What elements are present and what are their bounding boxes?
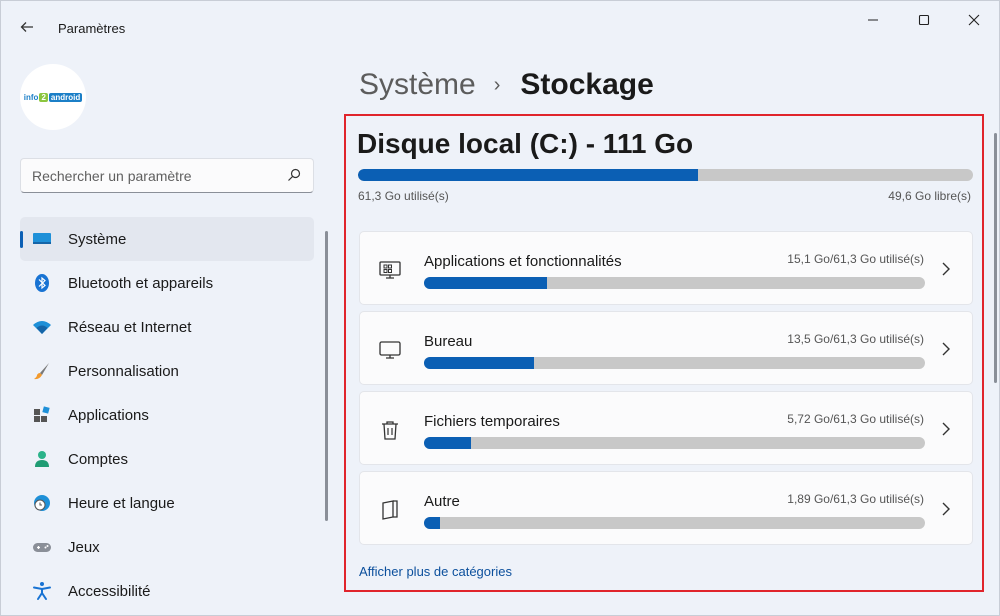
main-scrollbar[interactable]	[994, 133, 997, 383]
category-label: Autre	[424, 493, 460, 510]
category-label: Applications et fonctionnalités	[424, 253, 622, 270]
trash-icon	[378, 418, 402, 442]
sidebar-item-label: Applications	[68, 407, 149, 424]
gamepad-icon	[32, 537, 52, 557]
sidebar-item-applications[interactable]: Applications	[20, 393, 314, 437]
person-icon	[32, 449, 52, 469]
chevron-right-icon	[942, 262, 950, 276]
sidebar-item-label: Personnalisation	[68, 363, 179, 380]
sidebar-item-label: Réseau et Internet	[68, 319, 192, 336]
sidebar-item-personnalisation[interactable]: Personnalisation	[20, 349, 314, 393]
category-size: 15,1 Go/61,3 Go utilisé(s)	[787, 252, 924, 266]
category-usage-fill	[424, 357, 535, 369]
wifi-icon	[32, 317, 52, 337]
sidebar-item-reseau[interactable]: Réseau et Internet	[20, 305, 314, 349]
sidebar-item-comptes[interactable]: Comptes	[20, 437, 314, 481]
maximize-button[interactable]	[904, 9, 944, 31]
sidebar-item-label: Système	[68, 231, 127, 248]
sidebar-item-label: Jeux	[68, 539, 100, 556]
disk-usage-bar	[358, 169, 973, 181]
disk-title: Disque local (C:) - 111 Go	[357, 128, 694, 159]
settings-window: Paramètres info2android Système	[0, 0, 1000, 616]
breadcrumb-separator: ›	[493, 73, 501, 96]
logo: info 2 android	[23, 92, 83, 102]
back-button[interactable]	[15, 15, 39, 39]
sidebar-item-label: Accessibilité	[68, 583, 151, 600]
category-usage-bar	[424, 357, 925, 369]
minimize-icon	[868, 19, 878, 21]
bluetooth-icon	[32, 273, 52, 293]
sidebar-item-heure-langue[interactable]: Heure et langue	[20, 481, 314, 525]
title-bar: Paramètres	[1, 1, 1000, 49]
minimize-button[interactable]	[853, 9, 893, 31]
category-usage-bar	[424, 437, 925, 449]
avatar[interactable]: info 2 android	[20, 64, 86, 130]
page-title: Stockage	[520, 68, 654, 101]
sidebar-item-label: Comptes	[68, 451, 129, 468]
breadcrumb: Système › Stockage	[359, 65, 654, 105]
category-size: 5,72 Go/61,3 Go utilisé(s)	[787, 412, 924, 426]
category-size: 13,5 Go/61,3 Go utilisé(s)	[787, 332, 924, 346]
sidebar-nav: Système Bluetooth et appareils Réseau et…	[20, 217, 314, 613]
sidebar-item-jeux[interactable]: Jeux	[20, 525, 314, 569]
category-card-fichiers-temporaires[interactable]: Fichiers temporaires 5,72 Go/61,3 Go uti…	[359, 391, 973, 465]
category-card-applications[interactable]: Applications et fonctionnalités 15,1 Go/…	[359, 231, 973, 305]
chevron-right-icon	[942, 502, 950, 516]
breadcrumb-parent[interactable]: Système	[359, 68, 476, 102]
globe-clock-icon	[32, 493, 52, 513]
category-usage-bar	[424, 277, 925, 289]
category-label: Bureau	[424, 333, 473, 350]
apps-icon	[32, 405, 52, 425]
sidebar-scrollbar[interactable]	[325, 231, 328, 521]
category-label: Fichiers temporaires	[424, 413, 560, 430]
sidebar-item-label: Bluetooth et appareils	[68, 275, 214, 292]
category-card-autre[interactable]: Autre 1,89 Go/61,3 Go utilisé(s)	[359, 471, 973, 545]
category-usage-fill	[424, 277, 548, 289]
category-usage-bar	[424, 517, 925, 529]
sidebar-item-systeme[interactable]: Système	[20, 217, 314, 261]
disk-used-label: 61,3 Go utilisé(s)	[358, 189, 449, 203]
category-list: Applications et fonctionnalités 15,1 Go/…	[359, 231, 973, 551]
brush-icon	[32, 361, 52, 381]
document-icon	[378, 498, 402, 522]
sidebar-item-label: Heure et langue	[68, 495, 175, 512]
chevron-right-icon	[942, 422, 950, 436]
search-box[interactable]	[20, 158, 314, 193]
category-usage-fill	[424, 437, 471, 449]
sidebar-item-accessibilite[interactable]: Accessibilité	[20, 569, 314, 613]
category-usage-fill	[424, 517, 440, 529]
apps-features-icon	[378, 258, 402, 282]
disk-usage-fill	[358, 169, 699, 181]
monitor-icon	[32, 229, 52, 249]
active-indicator	[20, 231, 23, 248]
sidebar-item-bluetooth[interactable]: Bluetooth et appareils	[20, 261, 314, 305]
maximize-icon	[918, 14, 930, 26]
desktop-icon	[378, 338, 402, 362]
arrow-left-icon	[20, 22, 33, 32]
app-title: Paramètres	[58, 21, 126, 36]
close-button[interactable]	[954, 9, 994, 31]
category-size: 1,89 Go/61,3 Go utilisé(s)	[787, 492, 924, 506]
disk-free-label: 49,6 Go libre(s)	[888, 189, 971, 203]
search-input[interactable]	[21, 159, 281, 192]
chevron-right-icon	[942, 342, 950, 356]
close-icon	[968, 14, 980, 26]
search-icon[interactable]	[287, 168, 301, 182]
accessibility-icon	[32, 581, 52, 601]
show-more-categories-link[interactable]: Afficher plus de catégories	[359, 564, 512, 579]
category-card-bureau[interactable]: Bureau 13,5 Go/61,3 Go utilisé(s)	[359, 311, 973, 385]
